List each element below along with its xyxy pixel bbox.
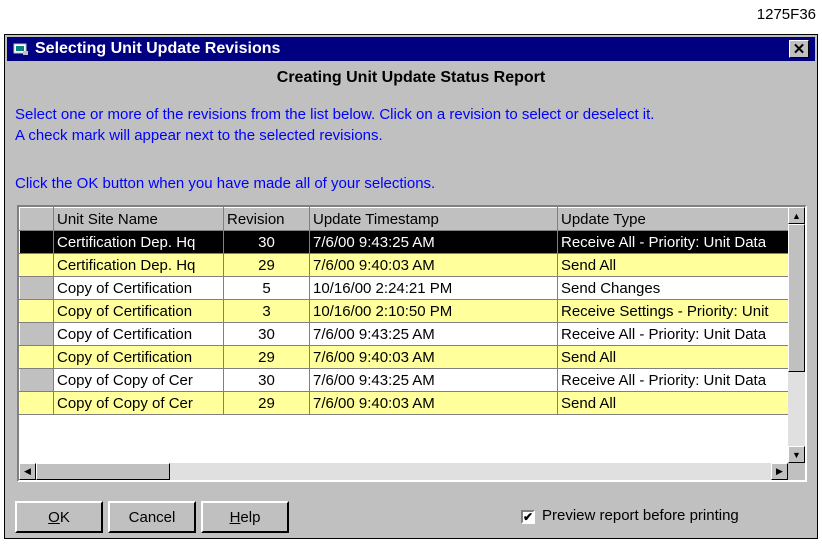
table-row[interactable]: Copy of Copy of Cer 29 7/6/00 9:40:03 AM Se… xyxy=(19,391,798,415)
cell-type: Send All xyxy=(557,345,798,369)
cell-site: Copy of Certification xyxy=(53,345,224,369)
grid-header-row: Unit Site Name Revision Update Timestamp… xyxy=(19,207,798,231)
cancel-label: Cancel xyxy=(128,508,176,526)
cell-site: Copy of Certification xyxy=(53,322,224,346)
cell-site: Copy of Copy of Cer xyxy=(53,368,224,392)
cell-revision: 29 xyxy=(223,391,310,415)
table-row[interactable]: Certification Dep. Hq 30 7/6/00 9:43:25 AM… xyxy=(19,230,798,254)
row-selector[interactable] xyxy=(19,322,54,346)
column-header-revision[interactable]: Revision xyxy=(223,207,310,231)
instruction-line-2: A check mark will appear next to the sel… xyxy=(15,127,383,144)
close-button[interactable]: ✕ xyxy=(789,40,809,58)
cell-timestamp: 7/6/00 9:40:03 AM xyxy=(309,253,558,277)
cell-revision: 30 xyxy=(223,230,310,254)
preview-checkbox-label[interactable]: Preview report before printing xyxy=(542,507,739,524)
row-selector[interactable] xyxy=(19,230,54,254)
row-selector[interactable] xyxy=(19,276,54,300)
cell-type: Receive All - Priority: Unit Data xyxy=(557,322,798,346)
table-row[interactable]: Certification Dep. Hq 29 7/6/00 9:40:03 AM… xyxy=(19,253,798,277)
revisions-table: Unit Site Name Revision Update Timestamp… xyxy=(19,207,798,415)
cell-site: Copy of Certification xyxy=(53,299,224,323)
table-row[interactable]: Copy of Certification 3 10/16/00 2:10:50 P… xyxy=(19,299,798,323)
row-selector[interactable] xyxy=(19,368,54,392)
scroll-down-arrow-icon[interactable]: ▼ xyxy=(788,446,805,463)
cell-type: Receive Settings - Priority: Unit xyxy=(557,299,798,323)
table-row[interactable]: Copy of Copy of Cer 30 7/6/00 9:43:25 AM Re… xyxy=(19,368,798,392)
window-title: Selecting Unit Update Revisions xyxy=(35,40,281,57)
row-selector[interactable] xyxy=(19,253,54,277)
horizontal-scroll-thumb[interactable] xyxy=(36,463,170,480)
scroll-up-arrow-icon[interactable]: ▲ xyxy=(788,207,805,224)
vertical-scrollbar[interactable]: ▲ ▼ xyxy=(788,207,805,463)
cell-site: Certification Dep. Hq xyxy=(53,230,224,254)
cell-timestamp: 7/6/00 9:43:25 AM xyxy=(309,368,558,392)
cell-timestamp: 10/16/00 2:24:21 PM xyxy=(309,276,558,300)
ok-accel: O xyxy=(48,508,60,526)
table-row[interactable]: Copy of Certification 30 7/6/00 9:43:25 AM… xyxy=(19,322,798,346)
table-row[interactable]: Copy of Certification 29 7/6/00 9:40:03 AM… xyxy=(19,345,798,369)
cell-type: Send All xyxy=(557,253,798,277)
cell-revision: 3 xyxy=(223,299,310,323)
cell-type: Send Changes xyxy=(557,276,798,300)
preview-checkbox[interactable]: ✔ xyxy=(521,510,535,524)
scrollbar-corner xyxy=(788,463,805,480)
row-selector[interactable] xyxy=(19,299,54,323)
cell-type: Send All xyxy=(557,391,798,415)
cell-revision: 29 xyxy=(223,345,310,369)
cell-site: Copy of Certification xyxy=(53,276,224,300)
revisions-grid[interactable]: Unit Site Name Revision Update Timestamp… xyxy=(17,205,807,482)
column-header-site[interactable]: Unit Site Name xyxy=(53,207,224,231)
cell-type: Receive All - Priority: Unit Data xyxy=(557,230,798,254)
instruction-line-1: Select one or more of the revisions from… xyxy=(15,106,655,123)
ok-button[interactable]: OK xyxy=(15,501,103,533)
cell-timestamp: 10/16/00 2:10:50 PM xyxy=(309,299,558,323)
help-label: elp xyxy=(240,508,261,526)
app-icon xyxy=(13,43,28,55)
help-button[interactable]: Help xyxy=(201,501,289,533)
cell-revision: 29 xyxy=(223,253,310,277)
column-header-timestamp[interactable]: Update Timestamp xyxy=(309,207,558,231)
close-icon: ✕ xyxy=(792,40,806,58)
cell-revision: 30 xyxy=(223,368,310,392)
cell-timestamp: 7/6/00 9:43:25 AM xyxy=(309,322,558,346)
scroll-left-arrow-icon[interactable]: ◀ xyxy=(19,463,36,480)
cancel-button[interactable]: Cancel xyxy=(108,501,196,533)
cell-site: Copy of Copy of Cer xyxy=(53,391,224,415)
title-bar[interactable]: Selecting Unit Update Revisions ✕ xyxy=(7,37,815,61)
cell-timestamp: 7/6/00 9:40:03 AM xyxy=(309,391,558,415)
report-heading: Creating Unit Update Status Report xyxy=(276,69,546,86)
row-selector[interactable] xyxy=(19,345,54,369)
dialog-window: Selecting Unit Update Revisions ✕ Creati… xyxy=(4,34,818,539)
vertical-scroll-thumb[interactable] xyxy=(788,224,805,372)
row-selector[interactable] xyxy=(19,391,54,415)
instruction-line-3: Click the OK button when you have made a… xyxy=(15,175,436,192)
cell-revision: 30 xyxy=(223,322,310,346)
cell-timestamp: 7/6/00 9:40:03 AM xyxy=(309,345,558,369)
cell-site: Certification Dep. Hq xyxy=(53,253,224,277)
help-accel: H xyxy=(229,508,241,526)
cell-revision: 5 xyxy=(223,276,310,300)
figure-id: 1275F36 xyxy=(756,6,816,23)
checkmark-icon: ✔ xyxy=(523,510,534,524)
row-selector-header xyxy=(19,207,54,231)
ok-label: K xyxy=(59,508,70,526)
scroll-right-arrow-icon[interactable]: ▶ xyxy=(771,463,788,480)
table-row[interactable]: Copy of Certification 5 10/16/00 2:24:21 P… xyxy=(19,276,798,300)
cell-timestamp: 7/6/00 9:43:25 AM xyxy=(309,230,558,254)
horizontal-scrollbar[interactable]: ◀ ▶ xyxy=(19,463,805,480)
cell-type: Receive All - Priority: Unit Data xyxy=(557,368,798,392)
column-header-type[interactable]: Update Type xyxy=(557,207,798,231)
